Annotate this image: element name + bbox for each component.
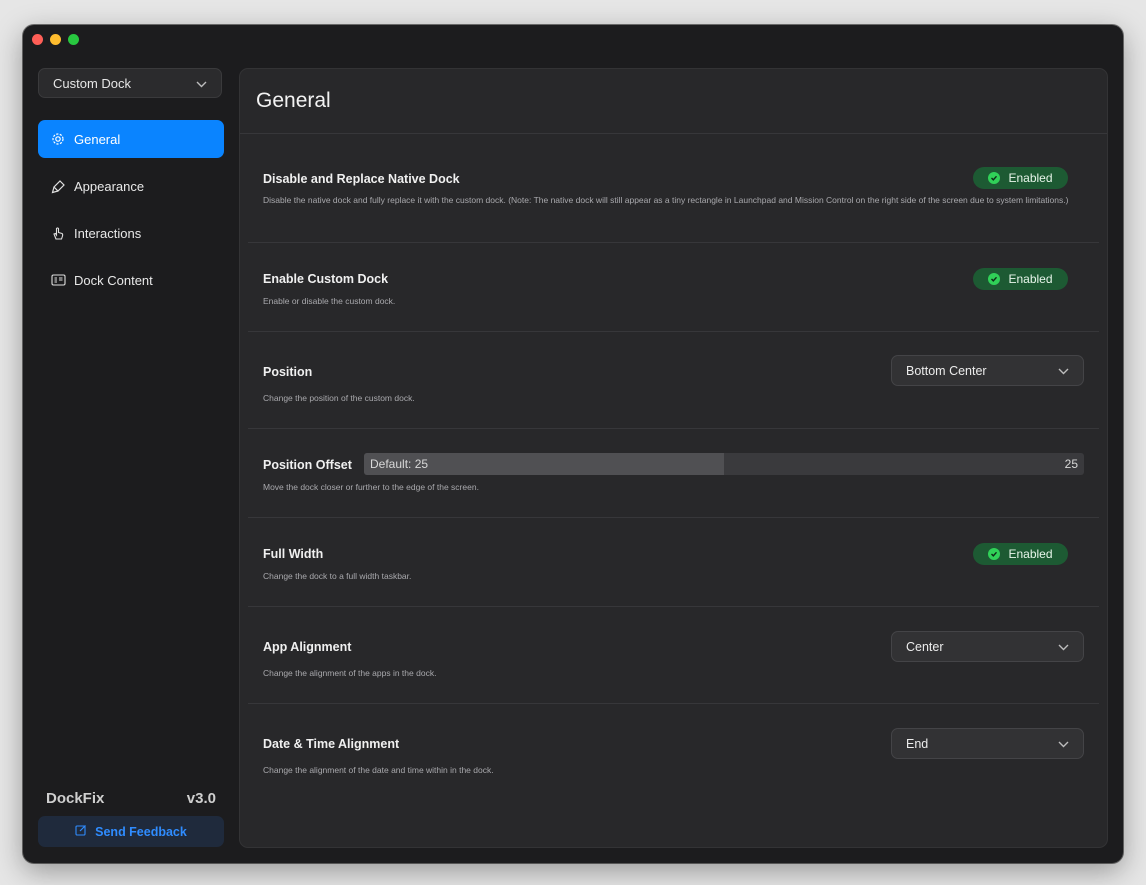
send-feedback-label: Send Feedback <box>95 824 187 839</box>
check-circle-icon <box>988 273 1001 285</box>
select-value: Bottom Center <box>906 363 987 378</box>
toggle-label: Enabled <box>1008 272 1053 286</box>
setting-description: Change the dock to a full width taskbar. <box>263 571 412 581</box>
app-name: DockFix <box>46 790 105 807</box>
toggle-label: Enabled <box>1008 547 1053 561</box>
sidebar-item-interactions[interactable]: Interactions <box>38 214 224 252</box>
settings-panel: General Disable and Replace Native Dock … <box>239 68 1108 848</box>
setting-title: Enable Custom Dock <box>263 272 389 286</box>
list-icon <box>50 272 66 288</box>
position-select[interactable]: Bottom Center <box>891 355 1084 386</box>
sidebar-item-general[interactable]: General <box>38 120 224 158</box>
setting-row-enable-custom-dock: Enable Custom Dock Enabled Enable or dis… <box>248 243 1099 332</box>
toggle-label: Enabled <box>1008 171 1053 185</box>
date-time-alignment-select[interactable]: End <box>891 728 1084 759</box>
setting-row-position-offset: Position Offset Default: 25 25 Move the … <box>248 429 1099 518</box>
setting-description: Disable the native dock and fully replac… <box>263 195 1069 205</box>
setting-title: App Alignment <box>263 640 352 654</box>
setting-title: Position <box>263 365 313 379</box>
sidebar-nav: General Appearance Interactions Dock Con… <box>38 120 224 308</box>
chevron-down-icon <box>196 76 207 91</box>
position-offset-slider[interactable]: Default: 25 25 <box>364 453 1084 475</box>
setting-row-disable-native-dock: Disable and Replace Native Dock Enabled … <box>248 134 1099 243</box>
send-feedback-button[interactable]: Send Feedback <box>38 816 224 847</box>
check-circle-icon <box>988 548 1001 560</box>
setting-row-full-width: Full Width Enabled Change the dock to a … <box>248 518 1099 607</box>
setting-title: Position Offset <box>263 458 352 472</box>
page-title: General <box>256 89 331 112</box>
sidebar-item-label: Dock Content <box>74 272 153 288</box>
setting-description: Move the dock closer or further to the e… <box>263 482 479 492</box>
app-window: Custom Dock General Appearance Interacti… <box>23 25 1123 863</box>
chevron-down-icon <box>1058 737 1069 751</box>
setting-title: Disable and Replace Native Dock <box>263 172 460 186</box>
setting-title: Full Width <box>263 547 324 561</box>
setting-row-app-alignment: App Alignment Center Change the alignmen… <box>248 607 1099 704</box>
sidebar-item-appearance[interactable]: Appearance <box>38 167 224 205</box>
gear-icon <box>50 131 66 147</box>
chevron-down-icon <box>1058 640 1069 654</box>
sidebar-item-label: General <box>74 131 121 147</box>
slider-default-label: Default: 25 <box>370 457 429 471</box>
paintbrush-icon <box>50 178 66 194</box>
check-circle-icon <box>988 172 1001 184</box>
select-value: Center <box>906 639 944 654</box>
sidebar: Custom Dock General Appearance Interacti… <box>23 25 238 863</box>
enabled-toggle[interactable]: Enabled <box>973 268 1068 290</box>
setting-description: Change the alignment of the apps in the … <box>263 668 437 678</box>
app-alignment-select[interactable]: Center <box>891 631 1084 662</box>
enabled-toggle[interactable]: Enabled <box>973 167 1068 189</box>
enabled-toggle[interactable]: Enabled <box>973 543 1068 565</box>
app-version: v3.0 <box>186 790 216 807</box>
setting-description: Enable or disable the custom dock. <box>263 296 396 306</box>
app-brand: DockFix v3.0 <box>46 790 216 807</box>
edit-icon <box>75 824 87 839</box>
sidebar-item-label: Interactions <box>74 225 142 241</box>
sidebar-item-label: Appearance <box>74 178 145 194</box>
profile-select-value: Custom Dock <box>53 75 132 91</box>
setting-row-position: Position Bottom Center Change the positi… <box>248 332 1099 429</box>
setting-title: Date & Time Alignment <box>263 737 400 751</box>
setting-row-date-time-alignment: Date & Time Alignment End Change the ali… <box>248 704 1099 800</box>
slider-value: 25 <box>1064 457 1078 471</box>
select-value: End <box>906 736 929 751</box>
chevron-down-icon <box>1058 364 1069 378</box>
setting-description: Change the position of the custom dock. <box>263 393 415 403</box>
setting-description: Change the alignment of the date and tim… <box>263 765 494 775</box>
sidebar-item-dock-content[interactable]: Dock Content <box>38 261 224 299</box>
hand-pointer-icon <box>50 225 66 241</box>
profile-select[interactable]: Custom Dock <box>38 68 222 98</box>
